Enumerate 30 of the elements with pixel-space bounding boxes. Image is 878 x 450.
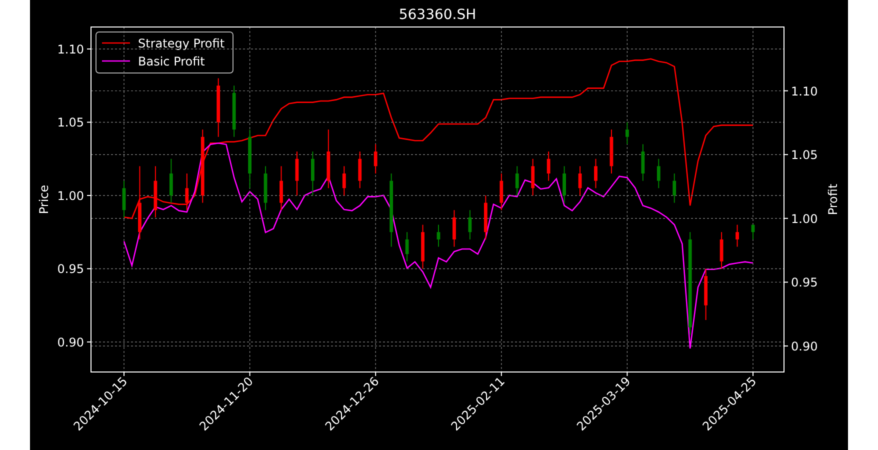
tick-label: 1.05 — [791, 148, 818, 162]
tick-label: 1.00 — [791, 212, 818, 226]
tick-mark — [500, 372, 502, 376]
tick-label: 1.00 — [57, 188, 84, 203]
tick-mark — [752, 372, 754, 376]
tick-mark — [626, 372, 628, 376]
tick-mark — [784, 90, 788, 92]
tick-label: 1.10 — [57, 42, 84, 56]
tick-label: 0.90 — [57, 335, 84, 350]
tick-label: 0.90 — [791, 339, 818, 354]
axis-title: Price — [37, 184, 51, 214]
chart-title: 563360.SH — [398, 7, 476, 23]
tick-mark — [784, 282, 788, 283]
tick-mark — [784, 345, 788, 346]
tick-label: 1.05 — [57, 116, 84, 130]
tick-mark — [86, 122, 92, 123]
tick-mark — [784, 218, 788, 219]
tick-mark — [249, 372, 250, 376]
tick-mark — [86, 341, 92, 342]
legend-label: Strategy Profit — [138, 36, 225, 50]
axis-title: Profit — [826, 184, 840, 216]
tick-label: 0.95 — [57, 262, 84, 276]
tick-mark — [86, 268, 92, 270]
tick-label: 1.10 — [791, 84, 818, 98]
tick-mark — [784, 154, 788, 156]
tick-mark — [86, 48, 92, 50]
legend-label: Basic Profit — [138, 54, 205, 68]
tick-label: 0.95 — [791, 276, 818, 290]
tick-mark — [375, 372, 376, 376]
tick-mark — [86, 194, 92, 196]
